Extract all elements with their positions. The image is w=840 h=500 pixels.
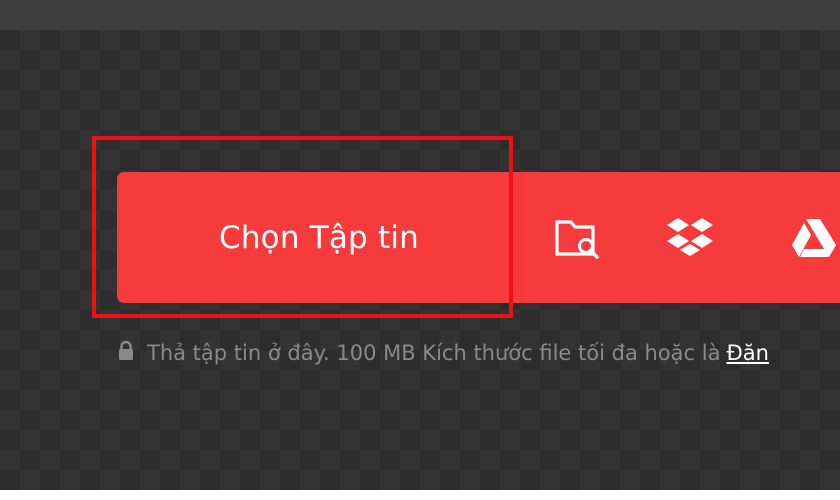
lock-icon: [117, 340, 147, 367]
folder-search-icon: [553, 216, 603, 260]
dropbox-button[interactable]: [634, 172, 746, 303]
dropbox-icon: [665, 216, 715, 260]
google-drive-icon: [790, 217, 838, 259]
upload-bar: Chọn Tập tin: [117, 172, 840, 303]
choose-file-button[interactable]: Chọn Tập tin: [117, 172, 521, 303]
drop-hint-text: Thả tập tin ở đây. 100 MB Kích thước fil…: [147, 341, 721, 365]
folder-search-button[interactable]: [522, 172, 634, 303]
choose-file-label: Chọn Tập tin: [218, 219, 420, 256]
drop-hint: Thả tập tin ở đây. 100 MB Kích thước fil…: [117, 338, 840, 368]
signup-link[interactable]: Đăn: [726, 341, 768, 365]
browser-top-strip: [0, 0, 840, 30]
google-drive-button[interactable]: [746, 172, 838, 303]
bottom-edge: [0, 490, 840, 500]
